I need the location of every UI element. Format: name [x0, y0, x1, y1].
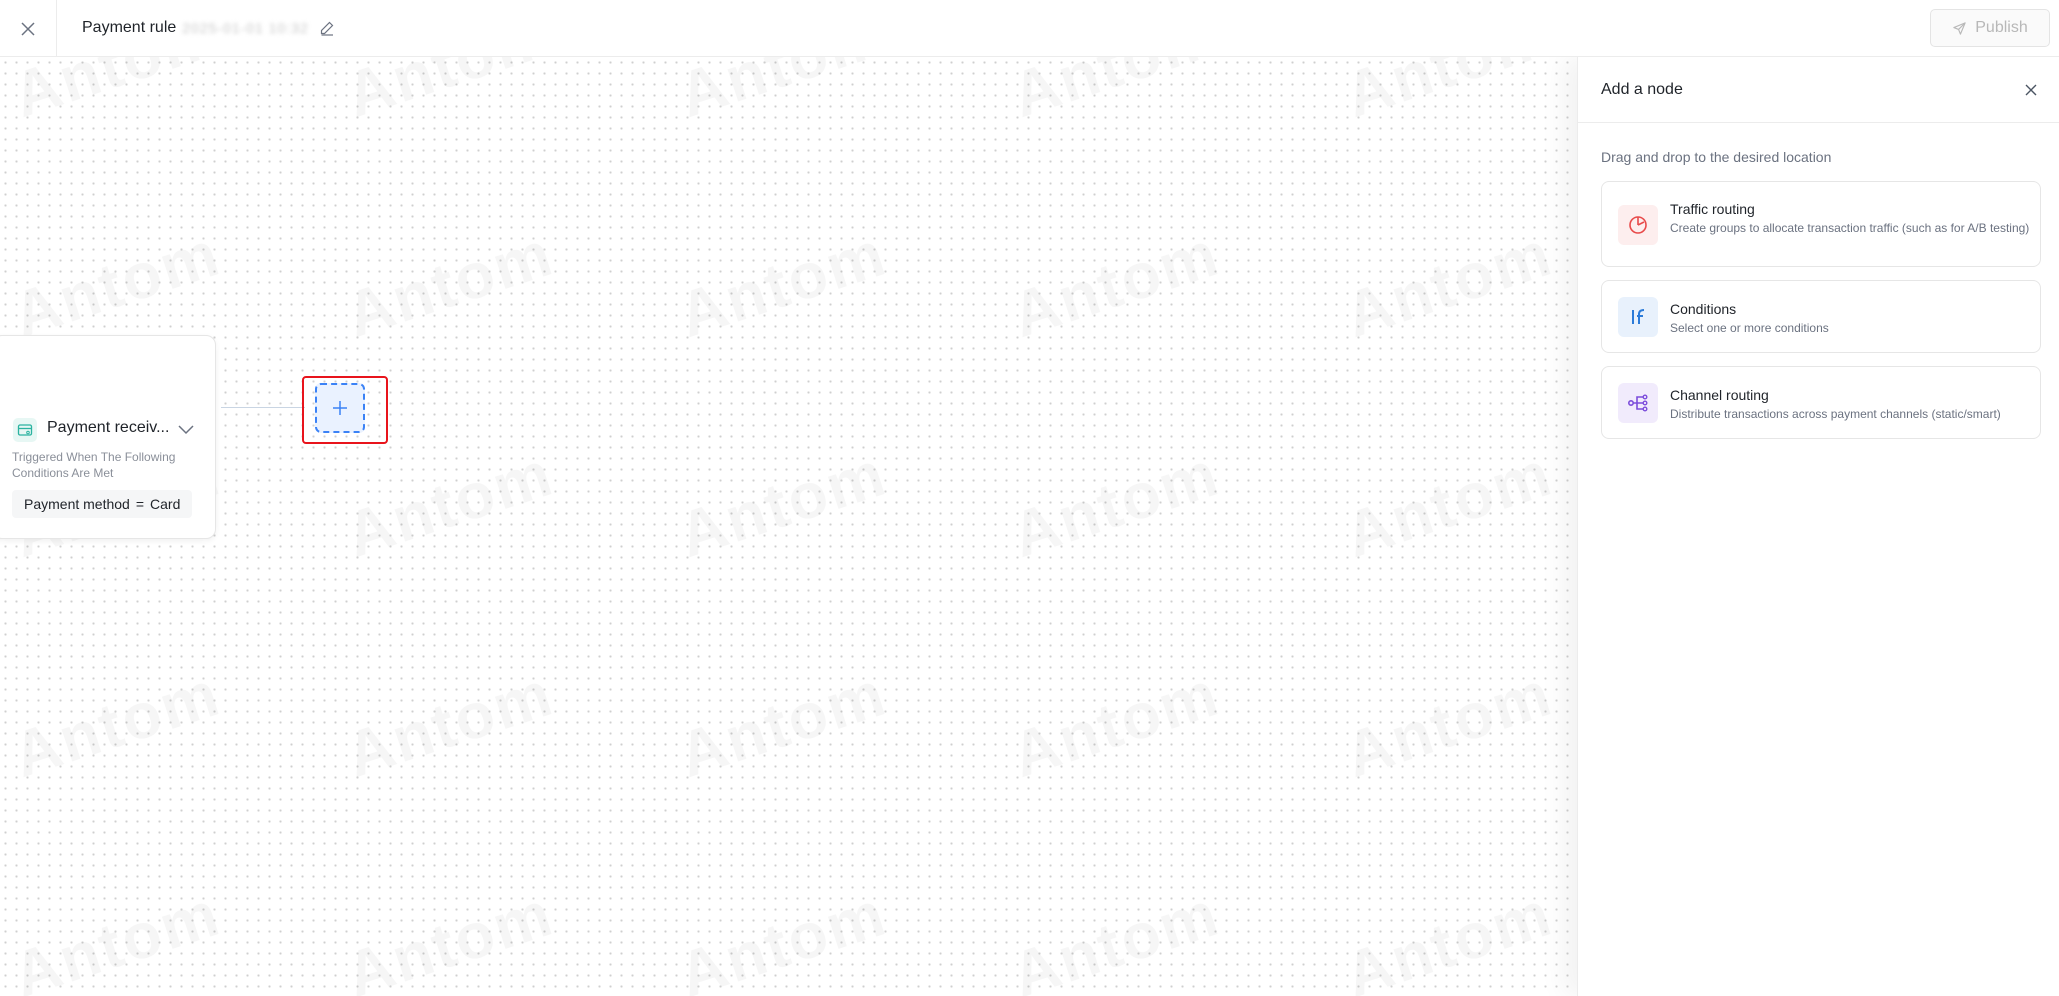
node-description: Create groups to allocate transaction tr… — [1670, 221, 2030, 235]
branch-icon — [1618, 383, 1658, 423]
condition-value: Card — [150, 496, 181, 512]
if-icon — [1618, 297, 1658, 337]
watermark-text: Antom — [1336, 57, 1561, 132]
node-description: Select one or more conditions — [1670, 321, 1829, 335]
watermark-text: Antom — [1336, 656, 1561, 792]
node-description: Distribute transactions across payment c… — [1670, 407, 2001, 421]
watermark-text: Antom — [670, 216, 895, 352]
watermark-text: Antom — [670, 57, 895, 132]
watermark-text: Antom — [1003, 656, 1228, 792]
watermark-text: Antom — [1003, 216, 1228, 352]
add-node-panel: Add a node Drag and drop to the desired … — [1577, 57, 2059, 996]
node-title: Channel routing — [1670, 387, 1769, 403]
watermark-text: Antom — [337, 656, 562, 792]
node-connector-line — [221, 407, 305, 408]
panel-hint: Drag and drop to the desired location — [1601, 149, 1832, 165]
condition-field: Payment method — [24, 496, 130, 512]
node-title: Conditions — [1670, 301, 1737, 317]
watermark-text: Antom — [4, 656, 229, 792]
watermark-text: Antom — [1336, 436, 1561, 572]
watermark-text: Antom — [1003, 876, 1228, 996]
close-icon — [21, 21, 35, 36]
rule-title-redacted: 2025-01-01 10:32 — [182, 20, 309, 36]
watermark-text: Antom — [670, 436, 895, 572]
close-icon[interactable] — [2024, 83, 2038, 97]
watermark-text: Antom — [1003, 436, 1228, 572]
plus-icon — [333, 401, 347, 415]
watermark-text: Antom — [4, 57, 229, 132]
watermark-text: Antom — [337, 436, 562, 572]
watermark-text: Antom — [4, 216, 229, 352]
watermark-text: Antom — [337, 57, 562, 132]
payment-card-icon — [13, 418, 37, 442]
send-icon — [1953, 21, 1966, 35]
edit-icon[interactable] — [319, 20, 335, 36]
add-node-button[interactable] — [315, 383, 365, 433]
flow-canvas[interactable]: Antom Antom Antom Antom Antom Antom Antom Antom… — [0, 57, 1577, 996]
condition-chip: Payment method = Card — [12, 490, 192, 518]
trigger-node-card[interactable]: Payment receiv... Triggered When The Fol… — [0, 335, 216, 539]
rule-title: Payment rule — [82, 19, 177, 36]
close-editor-button[interactable] — [0, 0, 57, 57]
rule-title-area: Payment rule 2025-01-01 10:32 — [82, 16, 335, 40]
watermark-text: Antom — [4, 876, 229, 996]
watermark-text: Antom — [337, 876, 562, 996]
watermark-text: Antom — [1336, 216, 1561, 352]
panel-title: Add a node — [1601, 81, 1683, 98]
chevron-down-icon[interactable] — [177, 420, 195, 438]
publish-button[interactable]: Publish — [1930, 9, 2050, 47]
condition-operator: = — [135, 496, 145, 512]
watermark-text: Antom — [337, 216, 562, 352]
top-bar: Payment rule 2025-01-01 10:32 Publish — [0, 0, 2059, 57]
watermark-text: Antom — [1003, 57, 1228, 132]
watermark-text: Antom — [670, 656, 895, 792]
watermark-text: Antom — [670, 876, 895, 996]
watermark-text: Antom — [1336, 876, 1561, 996]
node-option-conditions[interactable]: Conditions Select one or more conditions — [1601, 280, 2041, 353]
pie-chart-icon — [1618, 205, 1658, 245]
node-option-traffic-routing[interactable]: Traffic routing Create groups to allocat… — [1601, 181, 2041, 267]
node-title: Traffic routing — [1670, 201, 1755, 217]
trigger-node-description: Triggered When The Following Conditions … — [12, 450, 176, 480]
trigger-node-title: Payment receiv... — [47, 419, 170, 436]
node-option-channel-routing[interactable]: Channel routing Distribute transactions … — [1601, 366, 2041, 439]
panel-header: Add a node — [1578, 57, 2059, 123]
publish-label: Publish — [1975, 19, 2028, 36]
